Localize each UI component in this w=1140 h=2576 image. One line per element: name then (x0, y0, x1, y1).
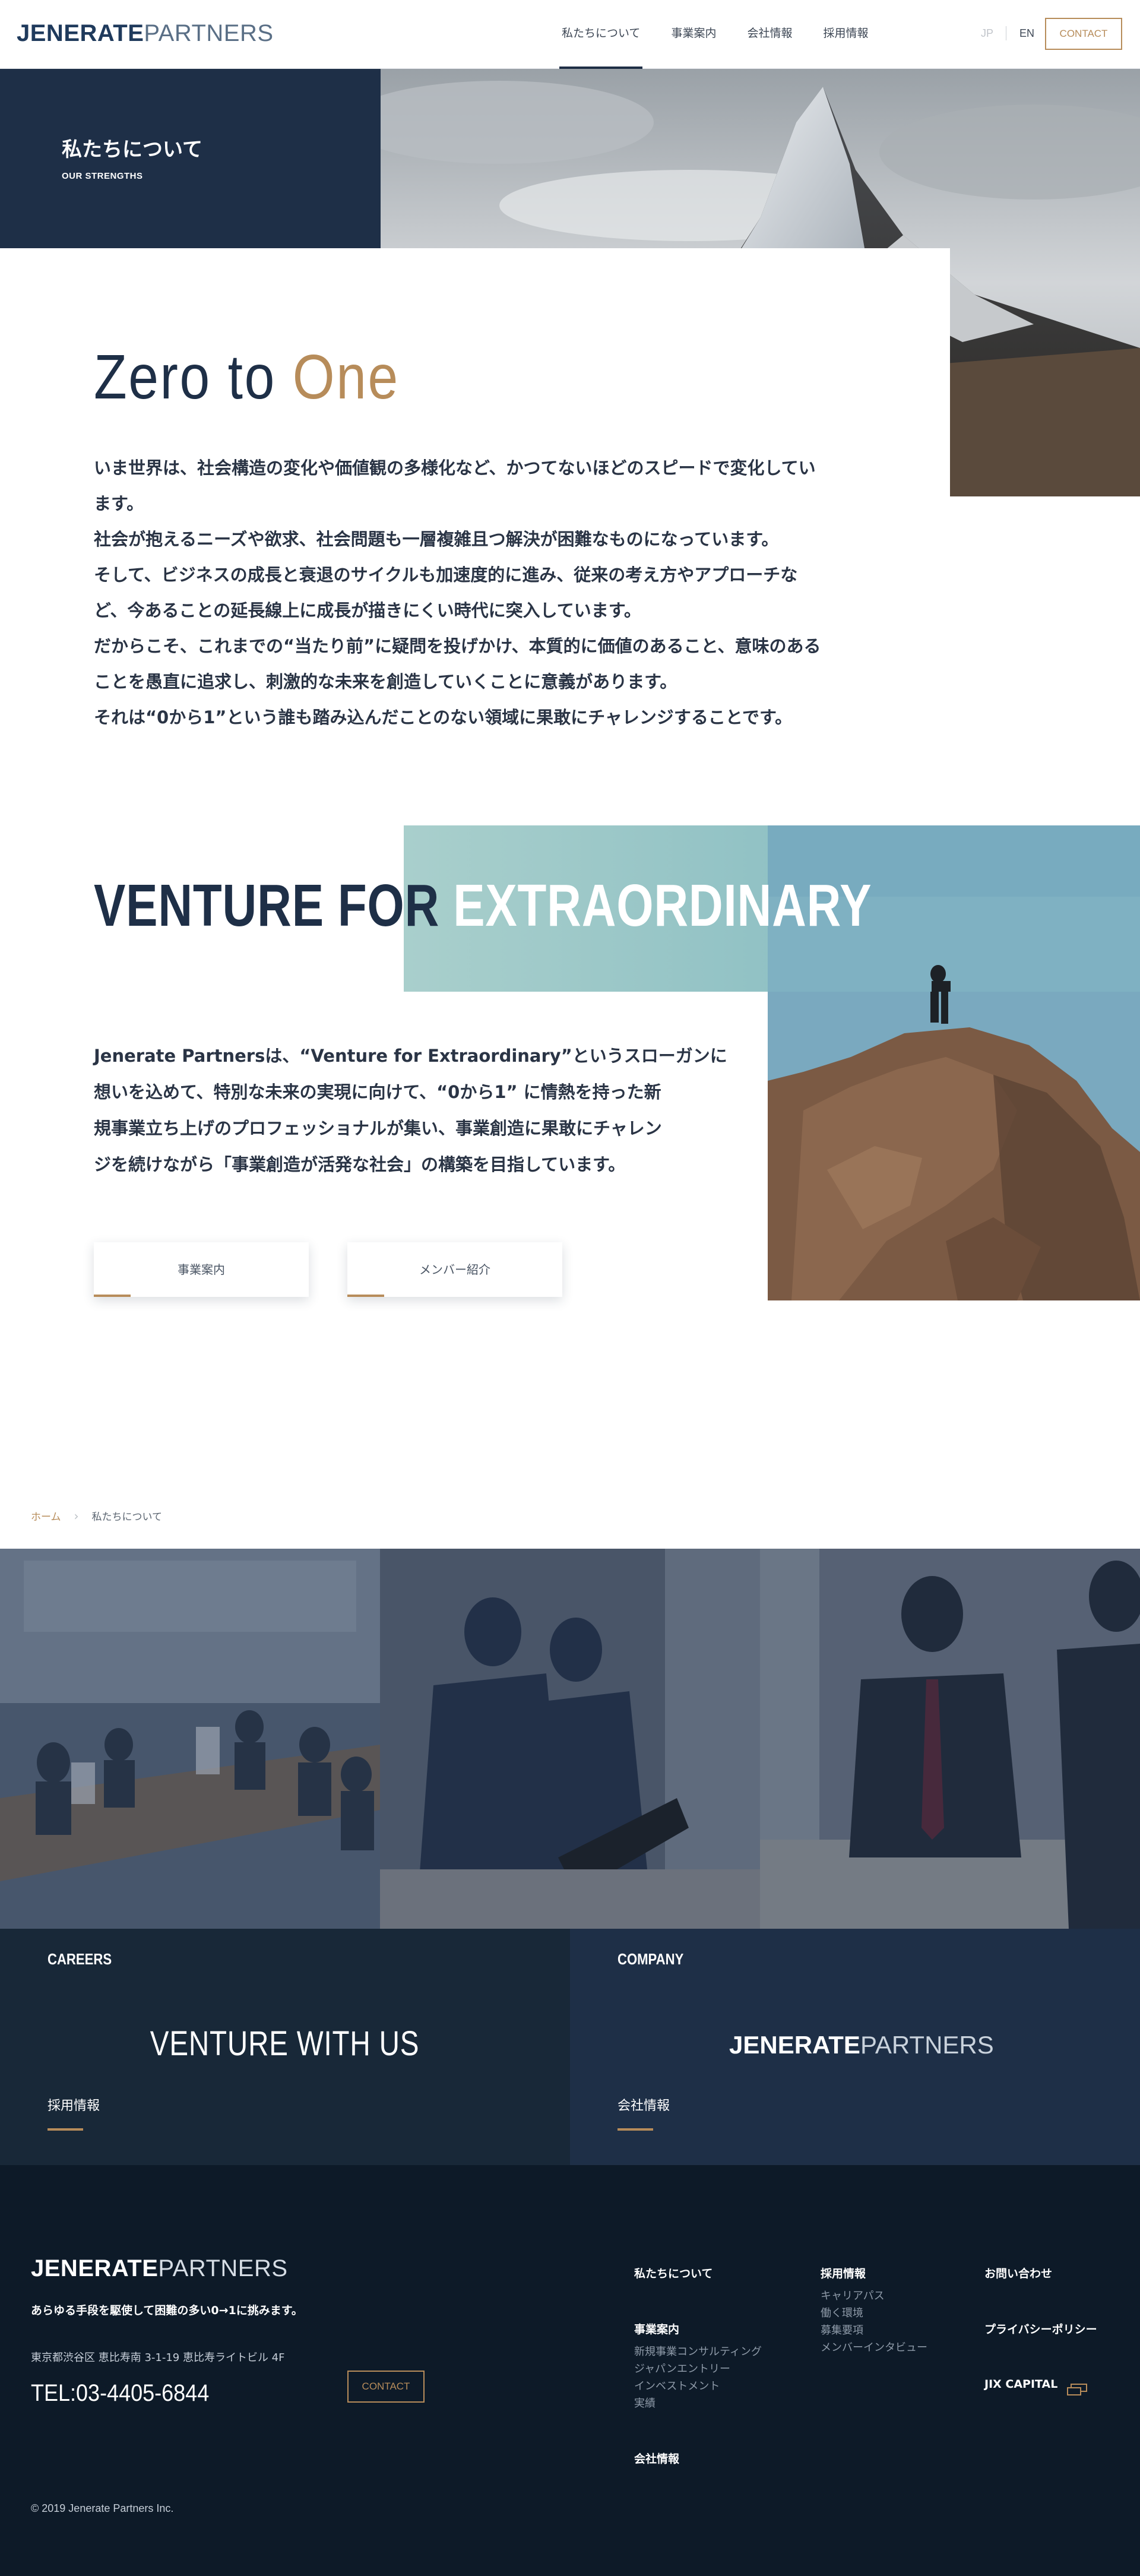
venture-line: 想いを込めて、特別な未来の実現に向けて、“0から1” に情熱を持った新 (94, 1082, 661, 1102)
company-link[interactable]: 会社情報 (618, 2095, 670, 2114)
venture-line: ジを続けながら「事業創造が活発な社会」の構築を目指しています。 (94, 1154, 626, 1175)
venture-heading: VENTURE FOR EXTRAORDINARY (94, 872, 872, 940)
lang-en-link[interactable]: EN (1019, 27, 1034, 40)
footer-logo[interactable]: JENERATEPARTNERS (31, 2255, 288, 2282)
footer-link-requirements[interactable]: 募集要項 (821, 2322, 927, 2339)
logo-light-text: PARTNERS (144, 20, 274, 46)
page-subtitle: OUR STRENGTHS (62, 171, 143, 181)
footer-business-list: 新規事業コンサルティング ジャパンエントリー インベストメント 実績 (634, 2343, 762, 2412)
venture-heading-dark: VENTURE FOR (94, 872, 454, 939)
careers-title: VENTURE WITH US (0, 2024, 570, 2064)
footer-link-about[interactable]: 私たちについて (634, 2265, 712, 2281)
office-meeting-photo (0, 1549, 380, 1929)
venture-heading-light: EXTRAORDINARY (453, 872, 872, 939)
company-label: COMPANY (618, 1950, 684, 1968)
footer-link-results[interactable]: 実績 (634, 2395, 762, 2412)
footer-link-recruit[interactable]: 採用情報 (821, 2265, 866, 2281)
venture-line: Jenerate Partnersは、“Venture for Extraord… (94, 1046, 727, 1066)
zero-to-one-heading: Zero to One (94, 341, 400, 413)
company-logo: JENERATEPARTNERS (729, 2031, 994, 2059)
intro-line: ます。 (94, 493, 144, 514)
cliff-climber-image (768, 992, 1140, 1300)
copyright: © 2019 Jenerate Partners Inc. (31, 2502, 174, 2514)
footer-link-investment[interactable]: インベストメント (634, 2378, 762, 2395)
nav-item-business[interactable]: 事業案内 (656, 0, 732, 69)
careers-link-underline (48, 2128, 83, 2131)
breadcrumb: ホーム › 私たちについて (31, 1508, 163, 1524)
footer-link-interviews[interactable]: メンバーインタビュー (821, 2339, 927, 2356)
footer-phone[interactable]: TEL:03-4405-6844 (31, 2380, 209, 2407)
footer-link-environment[interactable]: 働く環境 (821, 2305, 927, 2322)
footer-link-privacy[interactable]: プライバシーポリシー (984, 2321, 1097, 2337)
hero-title-panel: 私たちについて OUR STRENGTHS (0, 69, 381, 248)
intro-line: 社会が抱えるニーズや欲求、社会問題も一層複雑且つ解決が困難なものになっています。 (94, 529, 779, 549)
footer-link-business[interactable]: 事業案内 (634, 2321, 679, 2337)
footer-tagline: あらゆる手段を駆使して困難の多い0→1に挑みます。 (31, 2304, 303, 2317)
careers-banner[interactable]: CAREERS VENTURE WITH US 採用情報 (0, 1929, 570, 2165)
main-nav: 私たちについて 事業案内 会社情報 採用情報 (546, 0, 884, 69)
footer-recruit-list: キャリアパス 働く環境 募集要項 メンバーインタビュー (821, 2287, 927, 2356)
company-logo-bold: JENERATE (729, 2031, 860, 2059)
footer-link-jix-capital[interactable]: JIX CAPITAL (984, 2378, 1057, 2391)
footer-link-japan-entry[interactable]: ジャパンエントリー (634, 2360, 762, 2378)
nav-item-company[interactable]: 会社情報 (732, 0, 808, 69)
footer-link-consulting[interactable]: 新規事業コンサルティング (634, 2343, 762, 2360)
site-footer: JENERATEPARTNERS あらゆる手段を駆使して困難の多い0→1に挑みま… (0, 2165, 1140, 2576)
nav-item-recruit[interactable]: 採用情報 (808, 0, 884, 69)
footer-logo-light: PARTNERS (158, 2255, 288, 2281)
breadcrumb-current: 私たちについて (91, 1511, 163, 1523)
footer-link-career-path[interactable]: キャリアパス (821, 2287, 927, 2305)
member-intro-button[interactable]: メンバー紹介 (347, 1242, 562, 1297)
chevron-right-icon: › (74, 1508, 79, 1523)
careers-title-text: VENTURE WITH US (150, 2024, 420, 2063)
venture-paragraph: Jenerate Partnersは、“Venture for Extraord… (94, 1038, 759, 1183)
page-title: 私たちについて (62, 138, 202, 162)
header-contact-button[interactable]: CONTACT (1045, 18, 1122, 50)
intro-line: いま世界は、社会構造の変化や価値観の多様化など、かつてないほどのスピードで変化し… (94, 458, 816, 478)
breadcrumb-home-link[interactable]: ホーム (31, 1508, 61, 1523)
business-guide-button[interactable]: 事業案内 (94, 1242, 309, 1297)
site-header: JENERATEPARTNERS 私たちについて 事業案内 会社情報 採用情報 … (0, 0, 1140, 69)
company-link-underline (618, 2128, 653, 2131)
company-banner[interactable]: COMPANY JENERATEPARTNERS 会社情報 (570, 1929, 1140, 2165)
intro-line: そして、ビジネスの成長と衰退のサイクルも加速度的に進み、従来の考え方やアプローチ… (94, 565, 798, 585)
footer-logo-bold: JENERATE (31, 2255, 159, 2281)
lang-jp-link[interactable]: JP (981, 27, 993, 40)
businessmen-standing-photo (760, 1549, 1140, 1929)
intro-paragraph: いま世界は、社会構造の変化や価値観の多様化など、かつてないほどのスピードで変化し… (94, 450, 848, 735)
company-logo-light: PARTNERS (860, 2031, 994, 2059)
external-link-icon (1067, 2384, 1087, 2395)
footer-link-inquiry[interactable]: お問い合わせ (984, 2265, 1052, 2281)
heading-main-text: Zero to (94, 342, 293, 412)
nav-item-about[interactable]: 私たちについて (546, 0, 656, 69)
footer-address: 東京都渋谷区 恵比寿南 3-1-19 恵比寿ライトビル 4F (31, 2352, 285, 2364)
careers-label: CAREERS (48, 1950, 112, 1968)
logo-bold-text: JENERATE (17, 20, 144, 46)
venture-line: 規事業立ち上げのプロフェッショナルが集い、事業創造に果敢にチャレン (94, 1118, 662, 1138)
careers-link[interactable]: 採用情報 (48, 2095, 100, 2114)
laptop-workers-photo (380, 1549, 760, 1929)
intro-line: それは“0から1”という誰も踏み込んだことのない領域に果敢にチャレンジすることで… (94, 707, 793, 727)
site-logo[interactable]: JENERATEPARTNERS (17, 20, 274, 47)
heading-accent-text: One (292, 342, 400, 412)
intro-line: だからこそ、これまでの“当たり前”に疑問を投げかけ、本質的に価値のあること、意味… (94, 636, 821, 656)
footer-link-company[interactable]: 会社情報 (634, 2450, 679, 2466)
intro-line: ど、今あることの延長線上に成長が描きにくい時代に突入しています。 (94, 600, 641, 621)
footer-contact-button[interactable]: CONTACT (347, 2371, 425, 2403)
intro-line: ことを愚直に追求し、刺激的な未来を創造していくことに意義があります。 (94, 672, 677, 692)
